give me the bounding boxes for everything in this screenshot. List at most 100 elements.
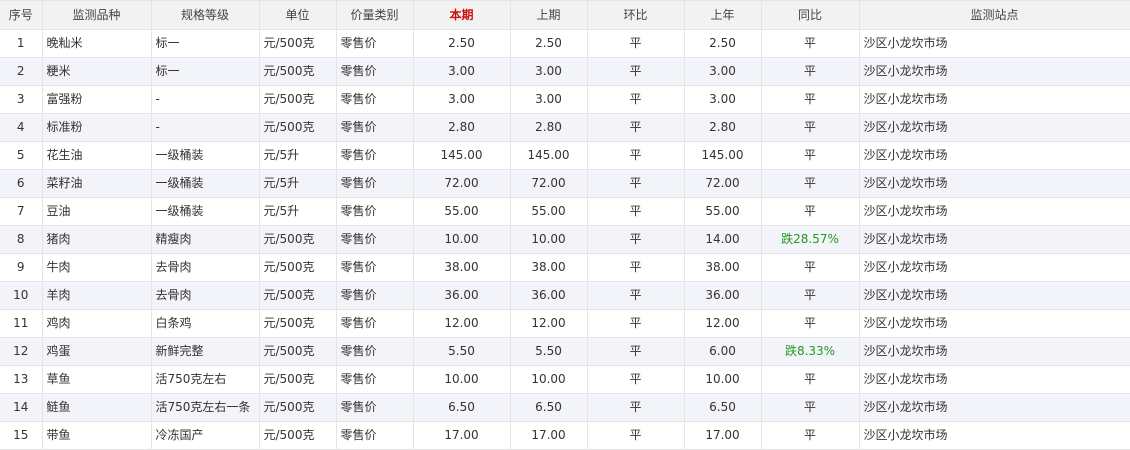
cell-current: 72.00 <box>413 169 511 198</box>
cell-spec: 一级桶装 <box>151 141 260 170</box>
cell-price-type: 零售价 <box>336 197 414 226</box>
header-no: 序号 <box>0 0 43 30</box>
cell-last-year: 6.00 <box>684 337 762 366</box>
cell-yoy: 平 <box>761 309 860 338</box>
cell-spec: 活750克左右一条 <box>151 393 260 422</box>
cell-spec: 去骨肉 <box>151 281 260 310</box>
cell-unit: 元/5升 <box>259 169 337 198</box>
cell-mom: 平 <box>587 197 685 226</box>
cell-item: 豆油 <box>42 197 152 226</box>
cell-price-type: 零售价 <box>336 421 414 450</box>
cell-item: 晚籼米 <box>42 29 152 58</box>
header-yoy: 同比 <box>761 0 860 30</box>
cell-site: 沙区小龙坎市场 <box>859 309 1130 338</box>
cell-previous: 10.00 <box>510 365 588 394</box>
cell-previous: 72.00 <box>510 169 588 198</box>
cell-spec: 新鲜完整 <box>151 337 260 366</box>
cell-site: 沙区小龙坎市场 <box>859 197 1130 226</box>
cell-item: 鸡肉 <box>42 309 152 338</box>
cell-no: 12 <box>0 337 43 366</box>
header-previous: 上期 <box>510 0 588 30</box>
cell-item: 牛肉 <box>42 253 152 282</box>
cell-price-type: 零售价 <box>336 281 414 310</box>
cell-no: 10 <box>0 281 43 310</box>
cell-last-year: 12.00 <box>684 309 762 338</box>
cell-site: 沙区小龙坎市场 <box>859 365 1130 394</box>
cell-spec: - <box>151 85 260 114</box>
cell-no: 4 <box>0 113 43 142</box>
cell-spec: - <box>151 113 260 142</box>
cell-last-year: 6.50 <box>684 393 762 422</box>
cell-mom: 平 <box>587 365 685 394</box>
header-mom: 环比 <box>587 0 685 30</box>
cell-current: 6.50 <box>413 393 511 422</box>
cell-last-year: 3.00 <box>684 57 762 86</box>
table-row: 4 标准粉 - 元/500克 零售价 2.80 2.80 平 2.80 平沙区小龙坎市场 <box>0 113 1130 142</box>
cell-current: 10.00 <box>413 365 511 394</box>
cell-site: 沙区小龙坎市场 <box>859 113 1130 142</box>
cell-last-year: 14.00 <box>684 225 762 254</box>
cell-price-type: 零售价 <box>336 253 414 282</box>
cell-yoy: 平 <box>761 393 860 422</box>
cell-spec: 活750克左右 <box>151 365 260 394</box>
cell-previous: 2.50 <box>510 29 588 58</box>
cell-unit: 元/500克 <box>259 253 337 282</box>
cell-last-year: 17.00 <box>684 421 762 450</box>
cell-yoy: 跌8.33% <box>761 337 860 366</box>
cell-site: 沙区小龙坎市场 <box>859 141 1130 170</box>
cell-unit: 元/5升 <box>259 141 337 170</box>
cell-price-type: 零售价 <box>336 29 414 58</box>
cell-previous: 5.50 <box>510 337 588 366</box>
cell-spec: 冷冻国产 <box>151 421 260 450</box>
cell-current: 3.00 <box>413 85 511 114</box>
cell-unit: 元/500克 <box>259 421 337 450</box>
cell-item: 猪肉 <box>42 225 152 254</box>
cell-unit: 元/500克 <box>259 113 337 142</box>
cell-mom: 平 <box>587 225 685 254</box>
cell-mom: 平 <box>587 309 685 338</box>
cell-site: 沙区小龙坎市场 <box>859 225 1130 254</box>
header-item: 监测品种 <box>42 0 152 30</box>
cell-yoy: 平 <box>761 365 860 394</box>
cell-yoy: 平 <box>761 57 860 86</box>
cell-site: 沙区小龙坎市场 <box>859 85 1130 114</box>
header-current: 本期 <box>413 0 511 30</box>
cell-current: 10.00 <box>413 225 511 254</box>
cell-price-type: 零售价 <box>336 113 414 142</box>
cell-site: 沙区小龙坎市场 <box>859 29 1130 58</box>
cell-current: 55.00 <box>413 197 511 226</box>
cell-item: 鸡蛋 <box>42 337 152 366</box>
cell-mom: 平 <box>587 281 685 310</box>
price-monitoring-table: 序号 监测品种 规格等级 单位 价量类别 本期 上期 环比 上年 同比 监测站点… <box>0 0 1130 450</box>
cell-item: 羊肉 <box>42 281 152 310</box>
cell-price-type: 零售价 <box>336 225 414 254</box>
cell-item: 草鱼 <box>42 365 152 394</box>
cell-mom: 平 <box>587 85 685 114</box>
cell-yoy: 平 <box>761 169 860 198</box>
header-site: 监测站点 <box>859 0 1130 30</box>
cell-last-year: 55.00 <box>684 197 762 226</box>
cell-item: 花生油 <box>42 141 152 170</box>
cell-no: 8 <box>0 225 43 254</box>
cell-no: 14 <box>0 393 43 422</box>
cell-yoy: 平 <box>761 253 860 282</box>
cell-spec: 白条鸡 <box>151 309 260 338</box>
cell-unit: 元/500克 <box>259 337 337 366</box>
cell-unit: 元/500克 <box>259 85 337 114</box>
cell-mom: 平 <box>587 337 685 366</box>
cell-no: 6 <box>0 169 43 198</box>
cell-previous: 38.00 <box>510 253 588 282</box>
table-row: 8 猪肉 精瘦肉 元/500克 零售价 10.00 10.00 平 14.00 跌28.57% 沙区… <box>0 225 1130 254</box>
cell-no: 11 <box>0 309 43 338</box>
cell-site: 沙区小龙坎市场 <box>859 169 1130 198</box>
cell-mom: 平 <box>587 253 685 282</box>
cell-yoy: 平 <box>761 29 860 58</box>
cell-price-type: 零售价 <box>336 365 414 394</box>
cell-last-year: 2.80 <box>684 113 762 142</box>
header-spec: 规格等级 <box>151 0 260 30</box>
cell-current: 145.00 <box>413 141 511 170</box>
table-header-row: 序号 监测品种 规格等级 单位 价量类别 本期 上期 环比 上年 同比 监测站点 <box>0 0 1130 30</box>
header-price-type: 价量类别 <box>336 0 414 30</box>
cell-previous: 3.00 <box>510 85 588 114</box>
cell-no: 7 <box>0 197 43 226</box>
